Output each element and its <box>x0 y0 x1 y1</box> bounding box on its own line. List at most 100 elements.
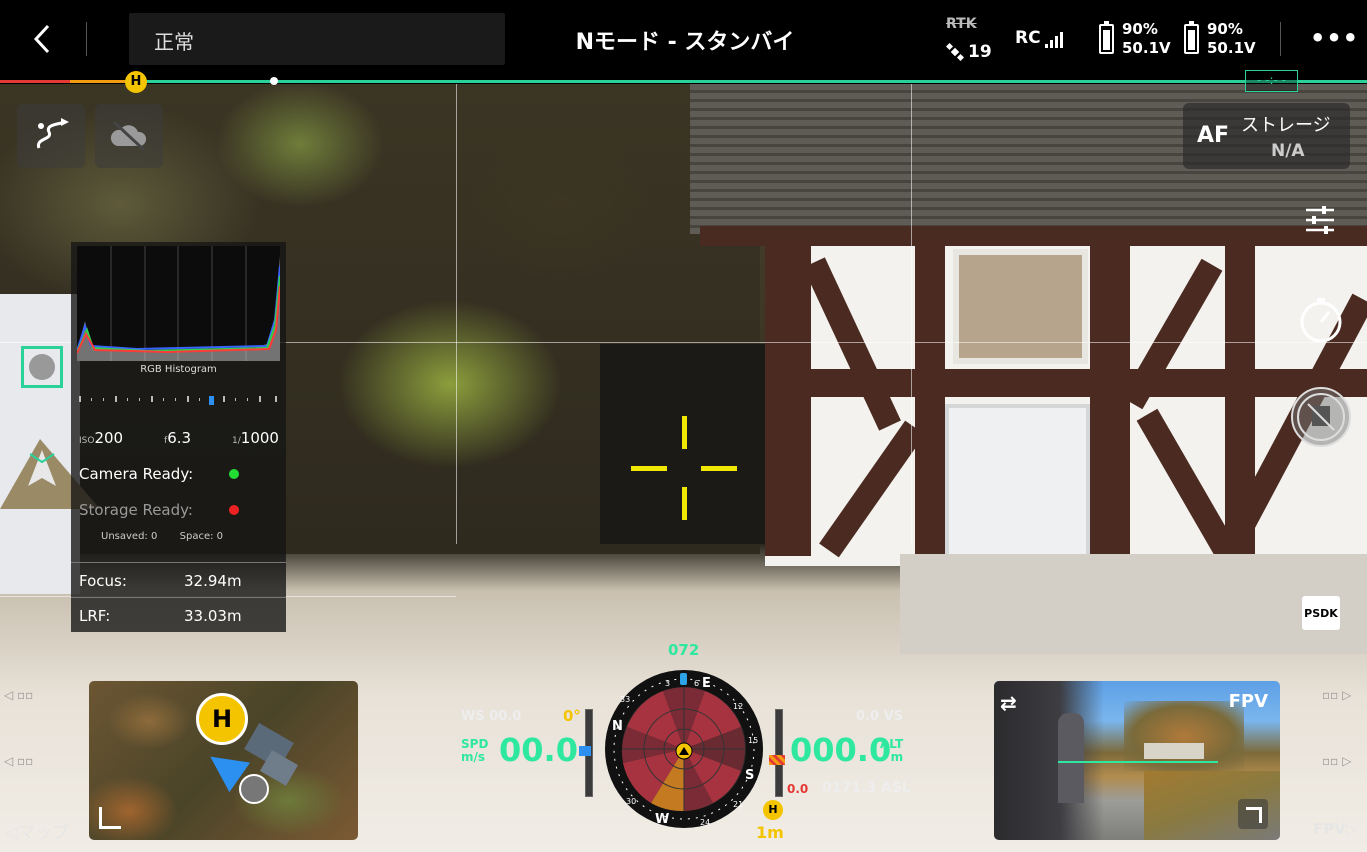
altitude-bar-indicator <box>769 755 785 765</box>
fpv-building <box>1144 743 1204 759</box>
speed-label: SPD m/s <box>461 738 488 764</box>
histogram-panel[interactable]: RGB Histogram ISO200 f6.3 1/1000 Camera … <box>71 242 286 632</box>
storage-ready-row: Storage Ready: <box>79 501 279 519</box>
scene-beam <box>765 246 811 556</box>
altitude-label: ALT m <box>880 738 903 764</box>
compass-tick-33: 33 <box>620 695 631 704</box>
unsaved-label: Unsaved: <box>101 531 148 542</box>
rc-signal[interactable]: RC <box>1015 28 1063 48</box>
compass-tick-6: 6 <box>694 679 700 688</box>
expand-map-icon[interactable] <box>99 807 121 829</box>
satellite-status[interactable]: 19 <box>946 42 992 62</box>
compass-north: N <box>612 719 623 734</box>
histogram-title: RGB Histogram <box>140 364 217 375</box>
compass-arrow-icon <box>26 448 58 488</box>
shutter-number: 1000 <box>240 429 279 447</box>
more-dots-icon[interactable]: ••• <box>1310 24 1359 52</box>
vertical-speed: 0.0 VS <box>856 709 903 724</box>
ws-label: WS <box>461 709 485 724</box>
altitude-value: 000.0 <box>790 731 892 769</box>
altitude-asl: 0171.3 ASL <box>822 780 911 796</box>
compass-east: E <box>702 676 711 691</box>
focus-row: Focus: 32.94m <box>71 562 286 598</box>
battery-1-voltage: 50.1V <box>1122 39 1171 57</box>
top-bar: 正常 Nモード - スタンバイ RTK 19 RC 90% 50.1V 90% 50… <box>0 0 1367 80</box>
heading-value: 072 <box>668 641 700 659</box>
af-mode-label[interactable]: AF <box>1197 123 1229 148</box>
aperture-number: 6.3 <box>167 429 192 447</box>
weather-button[interactable] <box>95 104 163 168</box>
expand-fpv-button[interactable] <box>1238 799 1268 829</box>
home-distance-icon: H <box>763 800 783 820</box>
swap-view-icon[interactable]: ⇄ <box>1000 691 1028 715</box>
battery-2-percent: 90% <box>1207 20 1243 38</box>
alt-label-line2: m <box>890 750 904 764</box>
iso-value: ISO200 <box>79 429 123 447</box>
compass-tick-30: 30 <box>626 797 637 806</box>
battery-icon <box>1099 21 1114 54</box>
scene-beam <box>1090 246 1130 556</box>
storage-value: N/A <box>1271 141 1305 161</box>
battery-2-voltage: 50.1V <box>1207 39 1256 57</box>
grid-line <box>911 84 912 544</box>
camera-ready-row: Camera Ready: <box>79 465 279 483</box>
back-icon[interactable] <box>28 22 60 56</box>
camera-settings-icon[interactable] <box>1302 202 1338 238</box>
rc-location-icon <box>239 774 269 804</box>
exposure-values: ISO200 f6.3 1/1000 <box>79 429 279 447</box>
left-edge-marker: ◁ ▫▫ <box>4 754 34 768</box>
divider <box>1280 22 1281 56</box>
fpv-view[interactable]: ⇄ FPV <box>994 681 1280 840</box>
battery-2[interactable]: 90% 50.1V <box>1184 20 1256 58</box>
mini-map[interactable]: H <box>89 681 358 840</box>
scene-beam <box>915 246 945 556</box>
progress-green <box>130 80 1367 83</box>
psdk-button[interactable]: PSDK <box>1302 596 1340 630</box>
battery-1-percent: 90% <box>1122 20 1158 38</box>
flight-route-button[interactable] <box>17 104 85 168</box>
progress-orange <box>70 80 130 83</box>
battery-1[interactable]: 90% 50.1V <box>1099 20 1171 58</box>
expand-fpv-icon <box>1246 807 1262 823</box>
compass-tick-3: 3 <box>665 679 671 688</box>
lrf-value: 33.03m <box>184 607 242 625</box>
status-indicator[interactable]: 正常 <box>129 13 505 65</box>
compass-tick-24: 24 <box>700 818 711 827</box>
aperture-value: f6.3 <box>164 429 191 447</box>
camera-mode-button[interactable] <box>1290 386 1352 448</box>
shutter-button[interactable] <box>1297 296 1345 344</box>
af-storage-panel[interactable]: AF ストレージ N/A <box>1183 103 1350 169</box>
storage-label: ストレージ <box>1241 115 1331 136</box>
storage-ready-label: Storage Ready: <box>79 501 193 519</box>
route-icon <box>36 118 69 149</box>
rtk-status[interactable]: RTK <box>946 16 977 32</box>
gimbal-pitch: 0° <box>563 707 581 725</box>
speed-bar-indicator <box>579 746 591 756</box>
fpv-label-text: FPV <box>1313 820 1346 838</box>
progress-red <box>0 80 70 83</box>
wind-speed: WS 00.0 <box>461 709 521 724</box>
focus-value: 32.94m <box>184 572 242 590</box>
speed-value: 00.0 <box>499 731 578 769</box>
unsaved-space-row: Unsaved: 0 Space: 0 <box>101 531 223 542</box>
map-label[interactable]: ◁マップ <box>5 818 69 843</box>
vertical-speed-small: 0.0 <box>787 782 809 796</box>
altitude-bar <box>775 709 783 797</box>
crosshair-bottom <box>682 487 687 520</box>
fpv-person <box>1058 713 1084 803</box>
space-label: Space: <box>179 531 214 542</box>
rc-label: RC <box>1015 28 1041 48</box>
focus-target-icon[interactable] <box>21 346 63 388</box>
fpv-title: FPV <box>1228 691 1268 712</box>
iso-label: ISO <box>79 436 95 446</box>
map-home-icon: H <box>196 693 248 745</box>
fpv-horizon-line <box>1058 761 1218 763</box>
fpv-label[interactable]: FPV▷ <box>1313 820 1357 838</box>
storage-ready-led <box>229 505 239 515</box>
crosshair-top <box>682 416 687 449</box>
vs-label: VS <box>883 709 903 724</box>
camera-ready-label: Camera Ready: <box>79 465 194 483</box>
scene-shadow <box>600 344 780 544</box>
scene-ground-wall <box>900 554 1367 654</box>
space-value: 0 <box>216 531 224 542</box>
